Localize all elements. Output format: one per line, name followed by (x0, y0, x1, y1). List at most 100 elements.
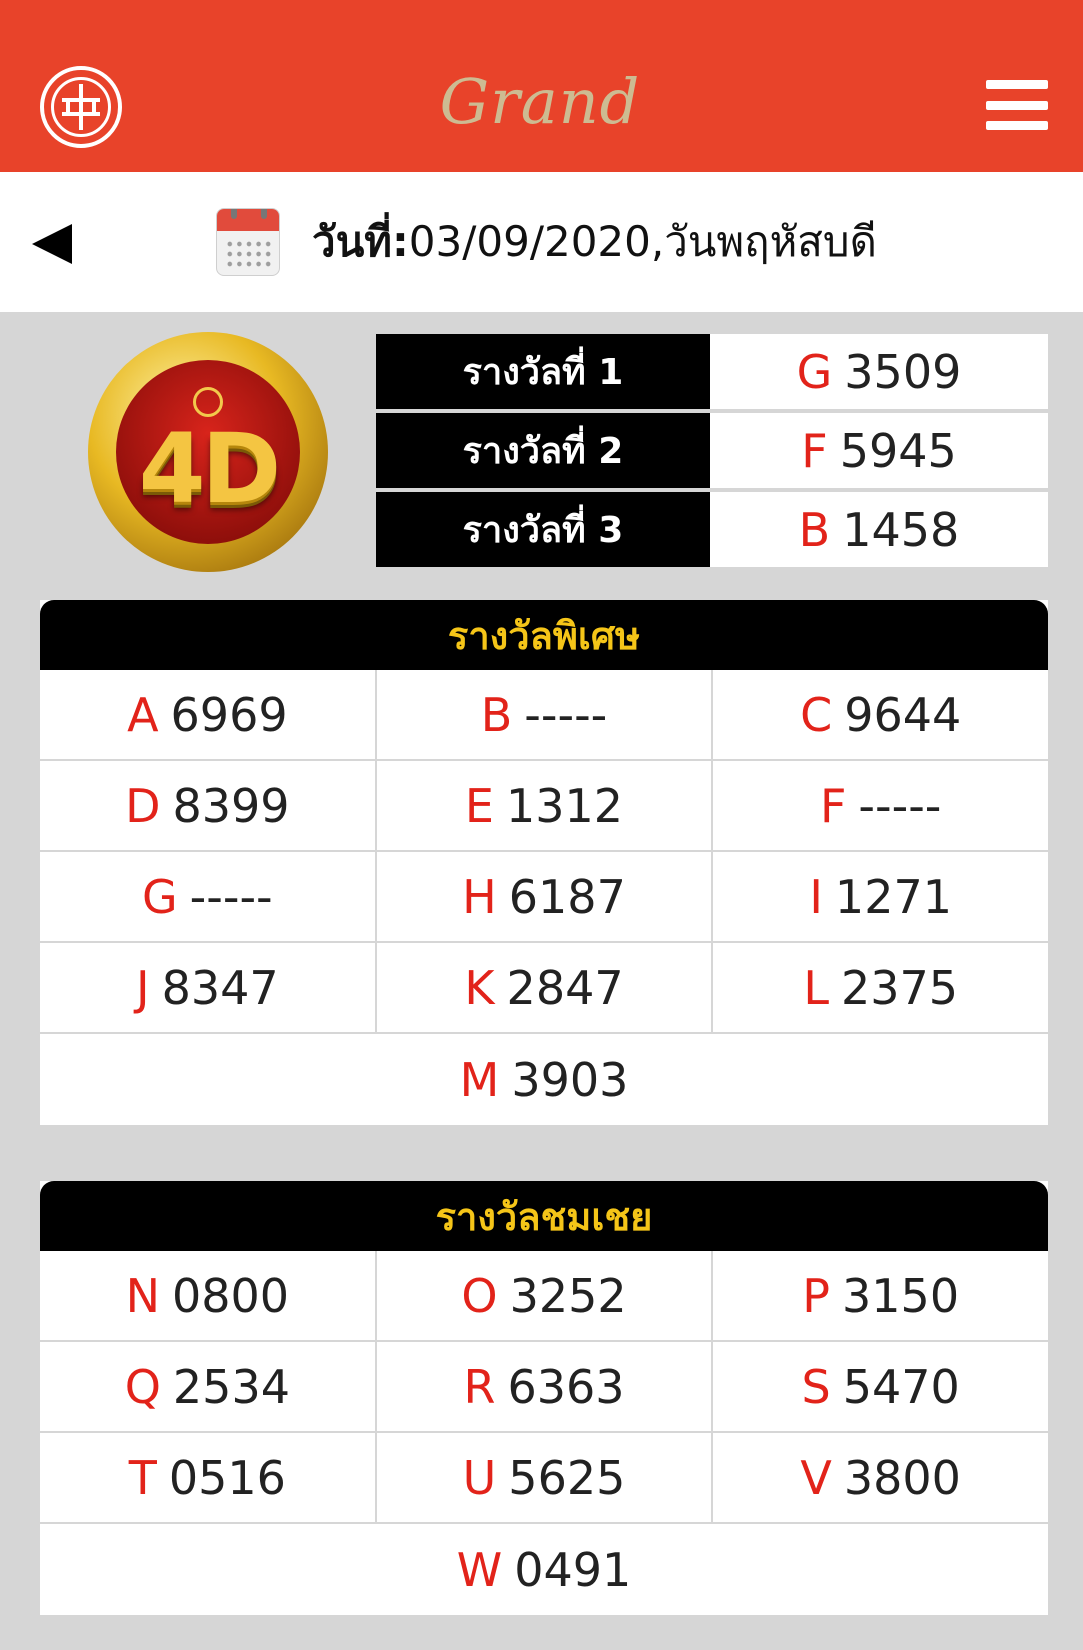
prize-letter: S (801, 1359, 831, 1414)
table-row: T 0516 U 5625 V 3800 (40, 1433, 1048, 1524)
table-row: A 6969 B ----- C 9644 (40, 670, 1048, 761)
table-row: M 3903 (40, 1034, 1048, 1125)
prize-letter: L (803, 960, 829, 1015)
prize-letter: R (463, 1359, 496, 1414)
prize-number: 3252 (509, 1268, 627, 1323)
date-label: วันที่: (312, 217, 409, 266)
prize-letter: B (798, 502, 831, 557)
prize-value: G 3509 (710, 334, 1048, 411)
4d-badge-icon: 4D (88, 332, 328, 572)
prize-number: 2534 (172, 1359, 290, 1414)
table-row: G ----- H 6187 I 1271 (40, 852, 1048, 943)
prize-cell: N 0800 (40, 1251, 377, 1340)
prize-number: 3150 (842, 1268, 960, 1323)
prize-value: B 1458 (710, 492, 1048, 569)
table-row: N 0800 O 3252 P 3150 (40, 1251, 1048, 1342)
prize-cell: Q 2534 (40, 1342, 377, 1431)
date-bar: วันที่:03/09/2020,วันพฤหัสบดี (0, 172, 1083, 312)
prize-letter: P (802, 1268, 831, 1323)
table-row: D 8399 E 1312 F ----- (40, 761, 1048, 852)
table-row: W 0491 (40, 1524, 1048, 1615)
prize-number: 5945 (839, 423, 957, 478)
prize-letter: A (127, 687, 159, 742)
prize-cell: U 5625 (377, 1433, 714, 1522)
prize-cell: J 8347 (40, 943, 377, 1032)
prize-letter: C (800, 687, 833, 742)
badge-text: 4D (138, 413, 281, 525)
prize-number: 3903 (511, 1052, 629, 1107)
prize-letter: W (456, 1542, 503, 1597)
prize-number: 3509 (844, 344, 962, 399)
consolation-prizes-section: รางวัลชมเชย N 0800 O 3252 P 3150 Q 2534 R 6363 S 54… (40, 1181, 1048, 1615)
prize-letter: G (796, 344, 833, 399)
prize-cell: C 9644 (713, 670, 1048, 759)
prize-cell: H 6187 (377, 852, 714, 941)
prize-cell: I 1271 (713, 852, 1048, 941)
prize-number: 5625 (508, 1450, 626, 1505)
prize-number: 6969 (170, 687, 288, 742)
prize-letter: I (809, 869, 823, 924)
prize-letter: N (125, 1268, 160, 1323)
prize-label: รางวัลที่ 2 (376, 413, 710, 490)
prize-row-1: รางวัลที่ 1 G 3509 (376, 334, 1048, 413)
special-prizes-section: รางวัลพิเศษ A 6969 B ----- C 9644 D 8399 E 1312 F -… (40, 600, 1048, 1125)
prize-cell: D 8399 (40, 761, 377, 850)
section-title: รางวัลพิเศษ (40, 600, 1048, 670)
prize-number: 1271 (834, 869, 952, 924)
prize-number: 1312 (506, 778, 624, 833)
prize-number: ----- (189, 869, 273, 924)
prize-cell: A 6969 (40, 670, 377, 759)
prize-letter: F (801, 423, 828, 478)
date-value: 03/09/2020,วันพฤหัสบดี (408, 217, 877, 266)
calendar-icon[interactable] (216, 208, 280, 276)
prize-number: 3800 (843, 1450, 961, 1505)
prize-number: 9644 (844, 687, 962, 742)
prize-number: 0516 (168, 1450, 286, 1505)
brand-logo-text: Grand Dragon (420, 65, 658, 238)
prize-cell: V 3800 (713, 1433, 1048, 1522)
logo-icon[interactable] (40, 66, 122, 148)
prize-letter: E (464, 778, 494, 833)
prize-cell: B ----- (377, 670, 714, 759)
prize-letter: J (136, 960, 150, 1015)
prize-cell: G ----- (40, 852, 377, 941)
prize-letter: B (480, 687, 513, 742)
prize-letter: D (125, 778, 161, 833)
prize-letter: U (462, 1450, 497, 1505)
prize-number: 0491 (514, 1542, 632, 1597)
prize-row-3: รางวัลที่ 3 B 1458 (376, 492, 1048, 571)
prize-number: 6363 (507, 1359, 625, 1414)
prize-letter: Q (124, 1359, 161, 1414)
prize-number: 6187 (508, 869, 626, 924)
prize-cell: M 3903 (40, 1034, 1048, 1125)
prize-cell: L 2375 (713, 943, 1048, 1032)
prize-cell: P 3150 (713, 1251, 1048, 1340)
prize-number: 0800 (172, 1268, 290, 1323)
back-arrow-icon[interactable] (32, 224, 72, 264)
app-header: Grand Dragon (0, 0, 1083, 238)
prize-letter: K (464, 960, 495, 1015)
prize-number: 8347 (161, 960, 279, 1015)
prize-number: ----- (524, 687, 608, 742)
hamburger-menu-icon[interactable] (986, 80, 1048, 130)
prize-number: 2375 (840, 960, 959, 1015)
draw-date: วันที่:03/09/2020,วันพฤหัสบดี (312, 212, 877, 272)
prize-row-2: รางวัลที่ 2 F 5945 (376, 413, 1048, 492)
prize-cell: R 6363 (377, 1342, 714, 1431)
prize-cell: T 0516 (40, 1433, 377, 1522)
top-prizes-table: รางวัลที่ 1 G 3509 รางวัลที่ 2 F 5945 รา… (376, 334, 1048, 571)
prize-cell: F ----- (713, 761, 1048, 850)
prize-value: F 5945 (710, 413, 1048, 490)
table-row: J 8347 K 2847 L 2375 (40, 943, 1048, 1034)
prize-letter: M (459, 1052, 500, 1107)
prize-number: ----- (858, 778, 942, 833)
prize-letter: O (461, 1268, 498, 1323)
prize-cell: K 2847 (377, 943, 714, 1032)
prize-number: 8399 (172, 778, 290, 833)
prize-number: 1458 (842, 502, 960, 557)
prize-letter: G (142, 869, 178, 924)
prize-number: 2847 (506, 960, 624, 1015)
prize-letter: V (800, 1450, 832, 1505)
section-title: รางวัลชมเชย (40, 1181, 1048, 1251)
prize-cell: E 1312 (377, 761, 714, 850)
